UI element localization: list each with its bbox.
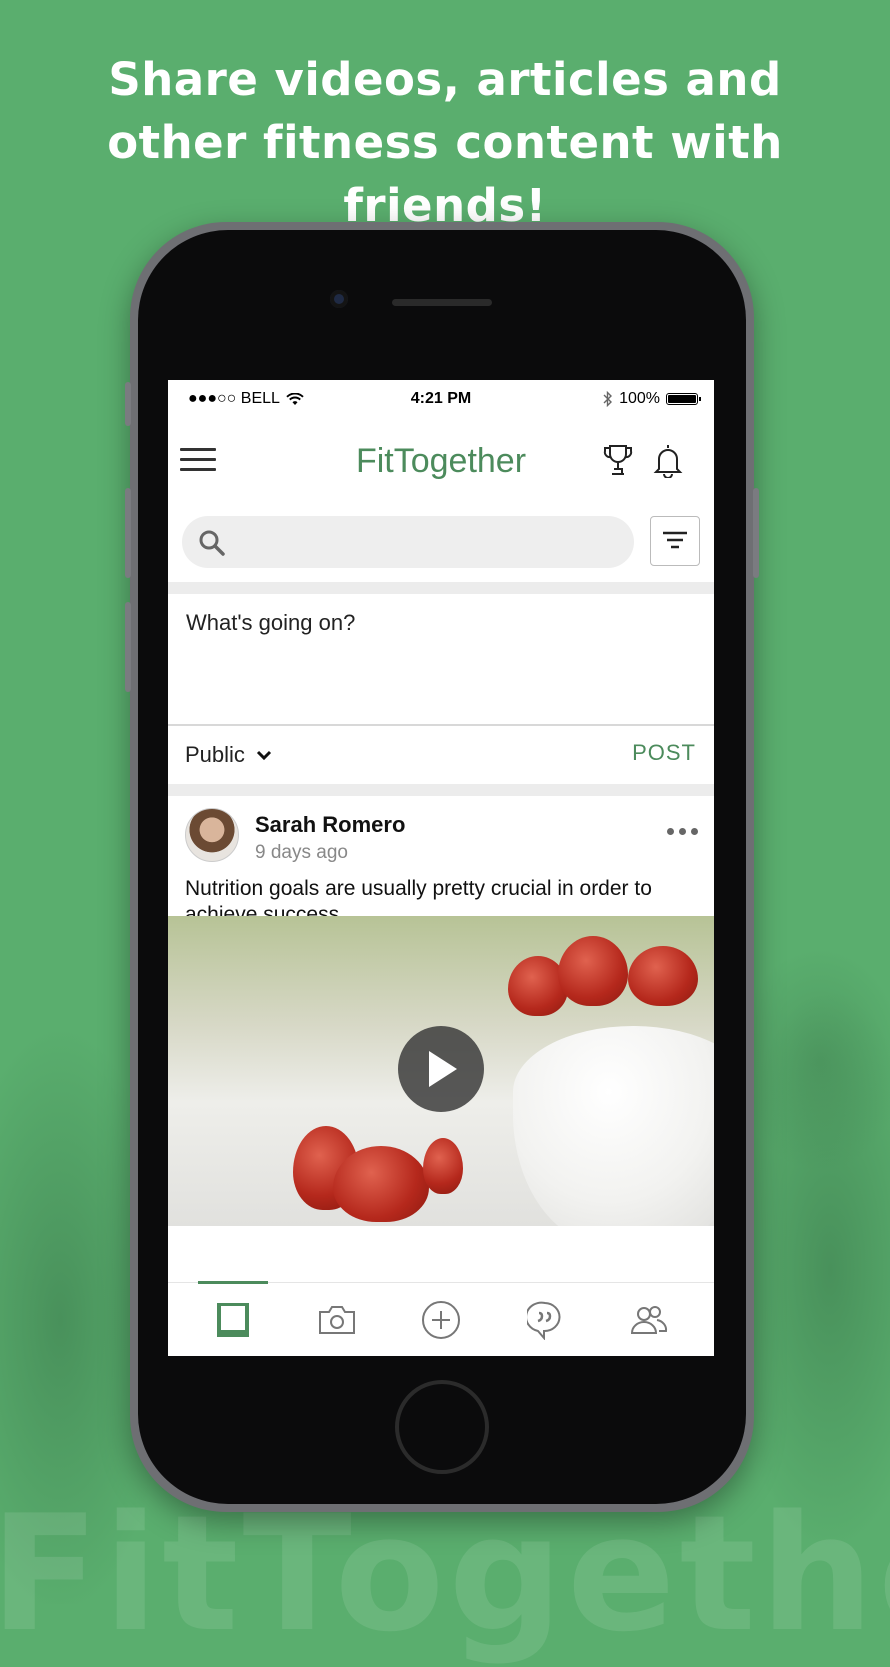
nav-bar: FitTogether bbox=[168, 416, 714, 496]
earpiece-speaker bbox=[392, 299, 492, 306]
bluetooth-icon bbox=[603, 391, 613, 407]
feed-icon bbox=[217, 1303, 249, 1337]
power-button bbox=[753, 488, 759, 578]
post-button[interactable]: POST bbox=[632, 740, 696, 766]
play-icon bbox=[429, 1051, 457, 1087]
strawberry-image bbox=[423, 1138, 463, 1194]
mute-switch bbox=[125, 382, 131, 426]
compose-placeholder: What's going on? bbox=[186, 610, 356, 635]
friends-icon bbox=[630, 1306, 668, 1334]
post-time: 9 days ago bbox=[255, 842, 348, 863]
headline-line-1: Share videos, articles and bbox=[108, 53, 782, 106]
chevron-down-icon bbox=[256, 750, 271, 761]
bowl-image bbox=[513, 1026, 714, 1226]
app-screen: ●●●○○ BELL 4:21 PM 100% FitTogether What… bbox=[168, 380, 714, 1356]
front-camera bbox=[330, 290, 348, 308]
avatar[interactable] bbox=[185, 808, 239, 862]
audience-label: Public bbox=[185, 742, 245, 767]
status-bar: ●●●○○ BELL 4:21 PM 100% bbox=[168, 380, 714, 416]
search-icon bbox=[199, 530, 225, 556]
more-options-icon[interactable] bbox=[667, 828, 698, 835]
bell-icon[interactable] bbox=[651, 442, 685, 479]
tab-feed[interactable] bbox=[181, 1283, 285, 1356]
trophy-icon[interactable] bbox=[601, 442, 635, 478]
status-right: 100% bbox=[603, 390, 701, 408]
play-button[interactable] bbox=[398, 1026, 484, 1112]
filter-icon bbox=[663, 531, 687, 549]
search-input[interactable] bbox=[182, 516, 634, 568]
divider bbox=[168, 582, 714, 594]
post-author[interactable]: Sarah Romero bbox=[255, 812, 405, 838]
divider bbox=[168, 784, 714, 796]
camera-icon bbox=[319, 1306, 355, 1334]
battery-percent: 100% bbox=[619, 390, 660, 407]
compose-box[interactable]: What's going on? bbox=[168, 594, 714, 724]
battery-icon bbox=[666, 393, 701, 405]
search-row bbox=[168, 516, 714, 572]
filter-button[interactable] bbox=[650, 516, 700, 566]
strawberry-image bbox=[558, 936, 628, 1006]
volume-up-button bbox=[125, 488, 131, 578]
post-video[interactable] bbox=[168, 916, 714, 1226]
strawberry-image bbox=[628, 946, 698, 1006]
audience-select[interactable]: Public bbox=[185, 742, 273, 768]
volume-down-button bbox=[125, 602, 131, 692]
tab-friends[interactable] bbox=[597, 1283, 701, 1356]
tab-camera[interactable] bbox=[285, 1283, 389, 1356]
chat-icon bbox=[527, 1301, 561, 1340]
promo-headline: Share videos, articles and other fitness… bbox=[0, 48, 890, 237]
headline-line-2: other fitness content with friends! bbox=[107, 116, 783, 232]
compose-actions: Public POST bbox=[168, 724, 714, 784]
tab-add[interactable] bbox=[389, 1283, 493, 1356]
strawberry-image bbox=[333, 1146, 429, 1222]
tab-bar bbox=[168, 1281, 714, 1356]
add-icon bbox=[422, 1301, 460, 1339]
home-button[interactable] bbox=[395, 1380, 489, 1474]
tab-chat[interactable] bbox=[493, 1283, 597, 1356]
